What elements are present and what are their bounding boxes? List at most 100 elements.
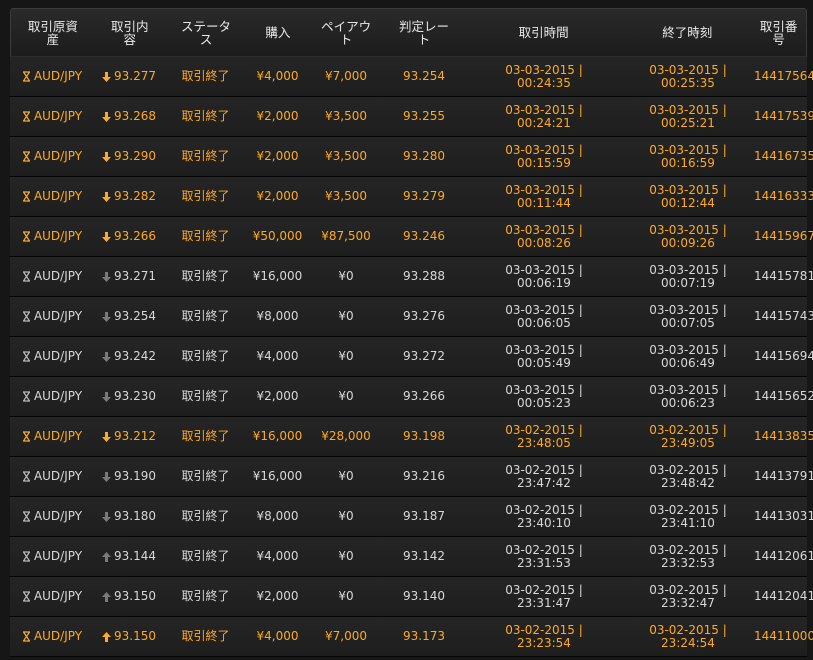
purchase-cell: ¥4,000	[247, 550, 308, 563]
entry-rate: 93.242	[114, 349, 156, 363]
column-header-end-time[interactable]: 終了時刻	[623, 26, 751, 39]
arrow-down-icon	[102, 111, 111, 122]
table-row[interactable]: AUD/JPY 93.212 取引終了 ¥16,000 ¥28,000 93.198 03-…	[10, 417, 813, 457]
payout-cell: ¥3,500	[308, 150, 384, 163]
table-row[interactable]: AUD/JPY 93.271 取引終了 ¥16,000 ¥0 93.288 03-03-20…	[10, 257, 813, 297]
asset-cell: AUD/JPY	[10, 470, 94, 483]
judge-rate-cell: 93.173	[384, 630, 464, 643]
status-text: 取引終了	[181, 189, 230, 203]
trade-time-cell: 03-03-2015 | 00:06:19	[464, 263, 624, 290]
asset-cell: AUD/JPY	[10, 230, 94, 243]
trade-date: 03-02-2015 |	[505, 622, 583, 637]
judge-rate-cell: 93.140	[384, 590, 464, 603]
status-cell: 取引終了	[164, 390, 247, 403]
entry-rate: 93.271	[114, 269, 156, 283]
purchase-amount: ¥8,000	[256, 309, 299, 323]
trade-id-cell: 14415967	[752, 230, 813, 243]
judge-rate-cell: 93.272	[384, 350, 464, 363]
status-cell: 取引終了	[164, 270, 247, 283]
entry-rate: 93.254	[114, 309, 156, 323]
payout-amount: ¥0	[338, 549, 354, 563]
table-row[interactable]: AUD/JPY 93.242 取引終了 ¥4,000 ¥0 93.272 03-03-201…	[10, 337, 813, 377]
table-row[interactable]: AUD/JPY 93.144 取引終了 ¥4,000 ¥0 93.142 03-02-201…	[10, 537, 813, 577]
asset-label: AUD/JPY	[33, 149, 83, 163]
purchase-amount: ¥4,000	[256, 69, 299, 83]
payout-amount: ¥0	[338, 509, 354, 523]
table-row[interactable]: AUD/JPY 93.266 取引終了 ¥50,000 ¥87,500 93.246 03-…	[10, 217, 813, 257]
payout-cell: ¥0	[308, 590, 384, 603]
end-time-cell: 03-02-2015 | 23:32:53	[624, 543, 752, 570]
trade-date: 03-03-2015 |	[505, 222, 583, 237]
table-row[interactable]: AUD/JPY 93.190 取引終了 ¥16,000 ¥0 93.216 03-02-20…	[10, 457, 813, 497]
end-time-cell: 03-03-2015 | 00:25:21	[624, 103, 752, 130]
trade-cell: 93.230	[94, 390, 164, 403]
trade-id-cell: 14415743	[752, 310, 813, 323]
table-row[interactable]: AUD/JPY 93.268 取引終了 ¥2,000 ¥3,500 93.255 03-03…	[10, 97, 813, 137]
table-row[interactable]: AUD/JPY 93.254 取引終了 ¥8,000 ¥0 93.276 03-03-201…	[10, 297, 813, 337]
asset-label: AUD/JPY	[33, 349, 83, 363]
status-text: 取引終了	[181, 69, 230, 83]
trade-id: 14415652	[754, 389, 813, 403]
table-row[interactable]: AUD/JPY 93.150 取引終了 ¥2,000 ¥0 93.140 03-02-201…	[10, 577, 813, 617]
trade-time-cell: 03-03-2015 | 00:24:35	[464, 63, 624, 90]
arrow-down-icon	[102, 471, 111, 482]
end-time-cell: 03-03-2015 | 00:09:26	[624, 223, 752, 250]
status-cell: 取引終了	[164, 590, 247, 603]
status-text: 取引終了	[181, 389, 230, 403]
status-text: 取引終了	[181, 509, 230, 523]
trade-time: 23:48:05	[517, 435, 571, 450]
end-time-cell: 03-02-2015 | 23:48:42	[624, 463, 752, 490]
end-date: 03-02-2015 |	[649, 422, 727, 437]
judge-rate: 93.173	[403, 629, 445, 643]
end-time: 23:48:42	[661, 475, 715, 490]
asset-cell: AUD/JPY	[10, 350, 94, 363]
trade-id-cell: 14416333	[752, 190, 813, 203]
purchase-cell: ¥8,000	[247, 510, 308, 523]
column-header-judge-rate[interactable]: 判定レー ト	[384, 20, 464, 46]
arrow-down-icon	[102, 271, 111, 282]
trade-time-cell: 03-03-2015 | 00:15:59	[464, 143, 624, 170]
trade-time: 23:47:42	[517, 475, 571, 490]
payout-cell: ¥3,500	[308, 190, 384, 203]
asset-label: AUD/JPY	[33, 109, 83, 123]
entry-rate: 93.212	[114, 429, 156, 443]
judge-rate-cell: 93.288	[384, 270, 464, 283]
entry-rate: 93.268	[114, 109, 156, 123]
hourglass-icon	[22, 391, 31, 402]
purchase-amount: ¥16,000	[252, 429, 303, 443]
payout-amount: ¥3,500	[325, 149, 367, 163]
hourglass-icon	[22, 511, 31, 522]
purchase-cell: ¥2,000	[247, 190, 308, 203]
trade-time-cell: 03-03-2015 | 00:11:44	[464, 183, 624, 210]
table-row[interactable]: AUD/JPY 93.150 取引終了 ¥4,000 ¥7,000 93.173 03-02…	[10, 617, 813, 657]
column-header-trade-id[interactable]: 取引番 号	[751, 20, 806, 46]
purchase-cell: ¥2,000	[247, 110, 308, 123]
column-header-trade[interactable]: 取引内 容	[95, 20, 165, 46]
status-text: 取引終了	[181, 629, 230, 643]
trade-time: 23:31:53	[517, 555, 571, 570]
hourglass-icon	[22, 431, 31, 442]
column-header-payout[interactable]: ペイアウ ト	[308, 20, 384, 46]
table-row[interactable]: AUD/JPY 93.290 取引終了 ¥2,000 ¥3,500 93.280 03-03…	[10, 137, 813, 177]
status-cell: 取引終了	[164, 350, 247, 363]
table-row[interactable]: AUD/JPY 93.282 取引終了 ¥2,000 ¥3,500 93.279 03-03…	[10, 177, 813, 217]
column-header-asset[interactable]: 取引原資 産	[11, 20, 95, 46]
status-text: 取引終了	[181, 109, 230, 123]
trade-id: 14415967	[754, 229, 813, 243]
column-header-status[interactable]: ステータ ス	[165, 20, 248, 46]
entry-rate: 93.277	[114, 69, 156, 83]
judge-rate: 93.216	[403, 469, 445, 483]
purchase-amount: ¥50,000	[252, 229, 303, 243]
end-date: 03-03-2015 |	[649, 142, 727, 157]
table-row[interactable]: AUD/JPY 93.180 取引終了 ¥8,000 ¥0 93.187 03-02-201…	[10, 497, 813, 537]
table-row[interactable]: AUD/JPY 93.230 取引終了 ¥2,000 ¥0 93.266 03-03-201…	[10, 377, 813, 417]
entry-rate: 93.230	[114, 389, 156, 403]
column-header-purchase[interactable]: 購入	[247, 26, 308, 39]
end-time-cell: 03-03-2015 | 00:25:35	[624, 63, 752, 90]
asset-cell: AUD/JPY	[10, 150, 94, 163]
column-header-trade-time[interactable]: 取引時間	[464, 26, 624, 39]
end-date: 03-03-2015 |	[649, 382, 727, 397]
payout-amount: ¥0	[338, 269, 354, 283]
trade-history-table: 取引原資 産取引内 容ステータ ス購入 ペイアウ ト判定レー ト取引時間 終了時刻取…	[10, 8, 813, 657]
table-row[interactable]: AUD/JPY 93.277 取引終了 ¥4,000 ¥7,000 93.254 03-03…	[10, 57, 813, 97]
